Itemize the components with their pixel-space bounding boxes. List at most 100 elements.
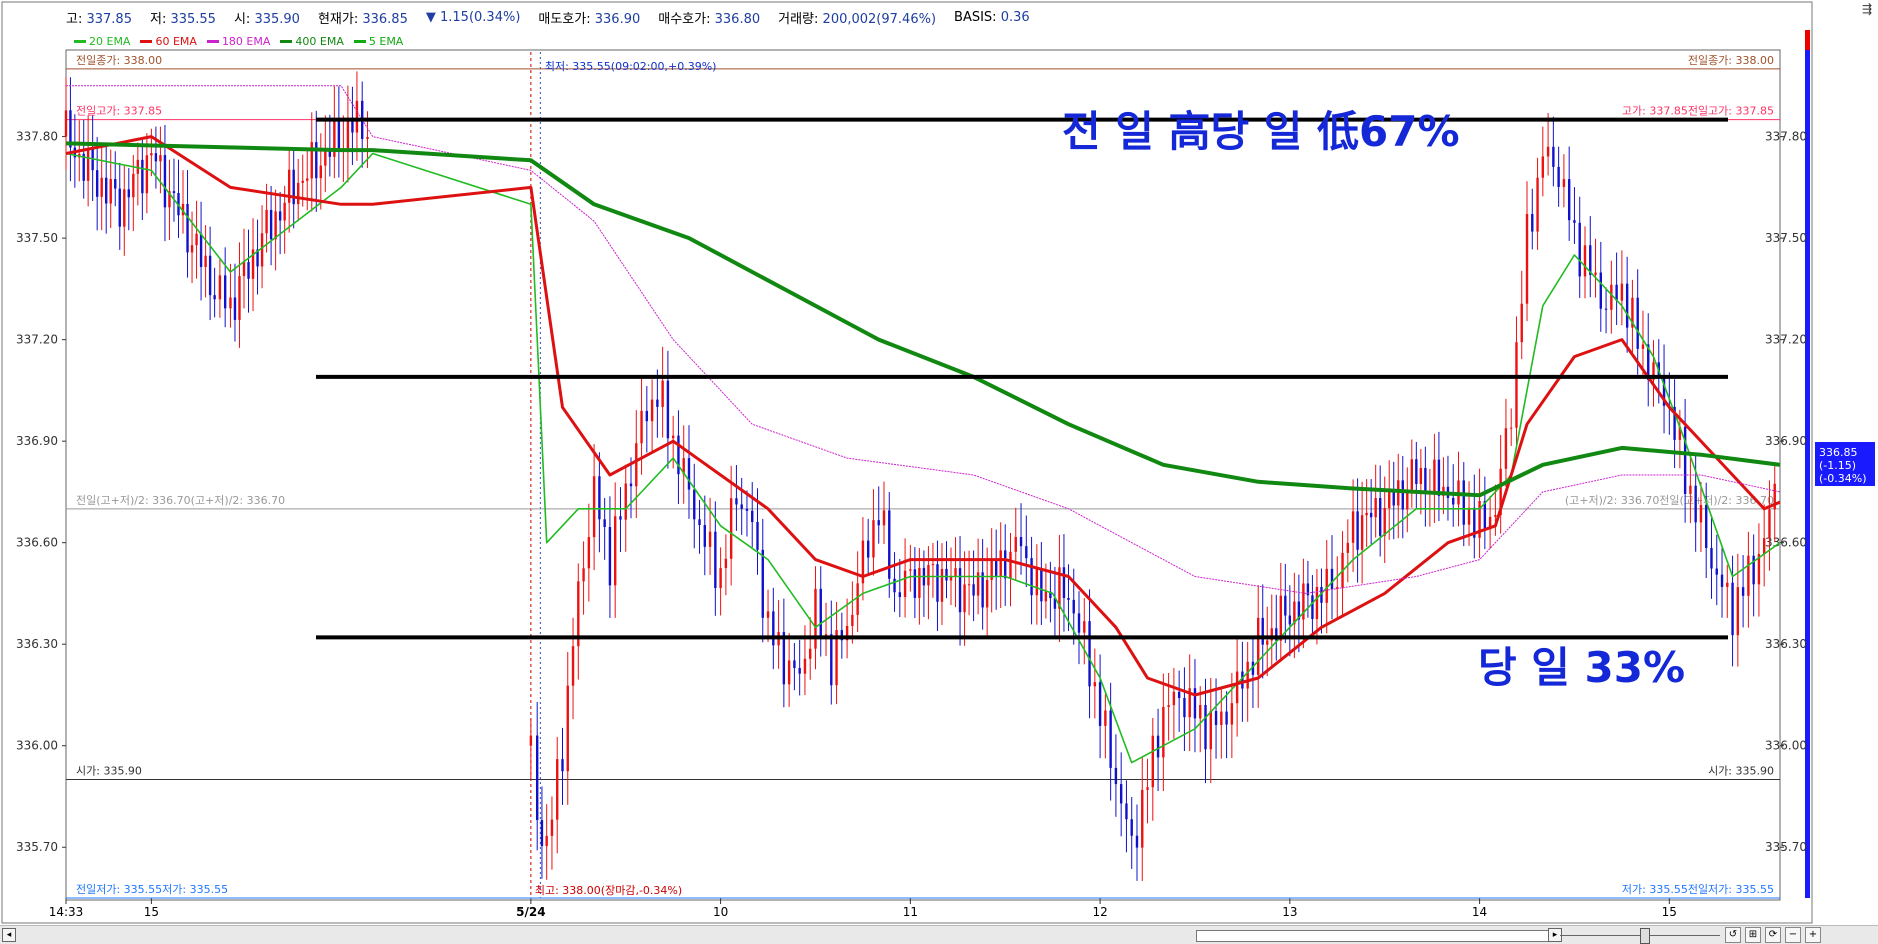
candle-body bbox=[940, 568, 944, 602]
candle-body bbox=[719, 568, 722, 589]
candle-body bbox=[772, 611, 775, 646]
candle-body bbox=[877, 520, 880, 526]
candle-body bbox=[535, 735, 539, 821]
candle-body bbox=[100, 177, 103, 197]
candle-body bbox=[1356, 511, 1359, 550]
candle-body bbox=[872, 520, 875, 558]
candle-body bbox=[550, 819, 554, 836]
candle-body bbox=[949, 576, 953, 581]
candle-body bbox=[1541, 156, 1545, 178]
x-tick-label: 15 bbox=[1662, 905, 1677, 919]
candle-body bbox=[703, 525, 706, 547]
reference-label-right: 저가: 335.55전일저가: 335.55 bbox=[1622, 882, 1774, 896]
candle-body bbox=[1641, 344, 1645, 349]
y-tick-label: 336.60 bbox=[16, 536, 58, 550]
candle-body bbox=[545, 835, 548, 847]
candle-body bbox=[1330, 568, 1334, 590]
candle-body bbox=[223, 275, 227, 309]
candle-body bbox=[1415, 459, 1418, 484]
x-tick-label: 14 bbox=[1472, 905, 1487, 919]
y-tick-label-right: 336.30 bbox=[1765, 637, 1807, 651]
candle-body bbox=[1594, 272, 1597, 275]
candle-body bbox=[1225, 711, 1228, 725]
scroll-track[interactable] bbox=[1196, 930, 1552, 942]
candle-body bbox=[814, 588, 817, 649]
right-axis-marker bbox=[1805, 30, 1810, 50]
candle-body bbox=[999, 550, 1002, 576]
candle-body bbox=[1220, 711, 1223, 725]
candle-body bbox=[735, 498, 738, 505]
candle-body bbox=[1462, 480, 1465, 525]
candle-body bbox=[1104, 710, 1107, 726]
candle-body bbox=[218, 275, 222, 300]
x-tick-label: 11 bbox=[903, 905, 918, 919]
reference-label-right: 고가: 337.85전일고가: 337.85 bbox=[1622, 104, 1774, 118]
expand-icon[interactable]: ⇶ bbox=[1862, 2, 1872, 16]
candle-body bbox=[247, 262, 250, 279]
candle-body bbox=[95, 170, 99, 197]
zoom-out-icon[interactable]: − bbox=[1785, 927, 1801, 943]
x-tick-label: 14:33 bbox=[49, 905, 84, 919]
candle-body bbox=[213, 295, 216, 300]
candle-body bbox=[355, 100, 359, 133]
candle-body bbox=[1433, 459, 1436, 493]
candle-body bbox=[186, 203, 189, 253]
candle-body bbox=[803, 658, 807, 674]
chart-window: 고: 337.85 저: 335.55 시: 335.90 현재가: 336.8… bbox=[0, 0, 1878, 944]
candle-body bbox=[109, 179, 112, 204]
reference-label-left: 전일저가: 335.55저가: 335.55 bbox=[76, 882, 228, 896]
scroll-left-button[interactable]: ◂ bbox=[2, 928, 16, 942]
candle-body bbox=[1288, 615, 1292, 625]
candle-body bbox=[242, 262, 246, 277]
horizontal-scrollbar[interactable]: ◂ ▸ ↺ ⊞ ⟳ − + bbox=[0, 925, 1878, 944]
candle-body bbox=[1088, 621, 1091, 687]
candle-body bbox=[1424, 467, 1427, 494]
candle-body bbox=[787, 660, 791, 685]
y-tick-label: 336.90 bbox=[16, 434, 58, 448]
candle-body bbox=[1520, 303, 1523, 343]
zoom-slider-thumb[interactable] bbox=[1640, 928, 1650, 944]
candle-body bbox=[123, 189, 126, 227]
candle-body bbox=[145, 155, 149, 194]
candle-body bbox=[624, 483, 627, 520]
price-chart[interactable]: 337.80 337.80 337.50 337.50 337.20 337.20 336.… bbox=[0, 0, 1878, 925]
refresh-icon[interactable]: ⟳ bbox=[1765, 927, 1781, 943]
candle-body bbox=[1062, 567, 1066, 598]
candle-body bbox=[903, 570, 907, 598]
candle-body bbox=[608, 526, 612, 586]
reset-icon[interactable]: ↺ bbox=[1725, 927, 1741, 943]
candle-body bbox=[1720, 574, 1724, 587]
candle-body bbox=[292, 169, 295, 205]
reference-label-right: 시가: 335.90 bbox=[1708, 765, 1774, 778]
candle-body bbox=[866, 540, 870, 558]
candle-body bbox=[233, 297, 237, 320]
candle-body bbox=[1072, 599, 1075, 614]
candle-body bbox=[204, 255, 207, 268]
candle-body bbox=[619, 516, 622, 520]
reference-label-left: 전일고가: 337.85 bbox=[76, 104, 162, 118]
candle-body bbox=[1599, 272, 1602, 309]
candle-body bbox=[1552, 146, 1555, 167]
candle-body bbox=[918, 567, 921, 598]
candle-body bbox=[1119, 784, 1123, 804]
x-tick-label: 5/24 bbox=[516, 905, 545, 919]
reference-label-right: 전일종가: 338.00 bbox=[1688, 53, 1774, 67]
tool-icon[interactable]: ⊞ bbox=[1745, 927, 1761, 943]
candle-body bbox=[1351, 511, 1355, 543]
candle-body bbox=[150, 153, 153, 156]
candle-body bbox=[830, 634, 833, 686]
candle-body bbox=[260, 233, 264, 267]
candle-body bbox=[278, 211, 282, 221]
candle-body bbox=[656, 399, 659, 407]
zoom-in-icon[interactable]: + bbox=[1805, 927, 1821, 943]
candle-body bbox=[346, 117, 350, 149]
candle-body bbox=[1235, 671, 1239, 704]
candle-body bbox=[645, 410, 649, 422]
candle-body bbox=[931, 564, 935, 566]
y-tick-label-right: 337.80 bbox=[1765, 130, 1807, 144]
candle-body bbox=[208, 255, 212, 296]
candle-body bbox=[671, 435, 675, 439]
candle-body bbox=[1019, 536, 1023, 547]
candle-body bbox=[64, 110, 68, 137]
candle-body bbox=[1383, 508, 1386, 536]
